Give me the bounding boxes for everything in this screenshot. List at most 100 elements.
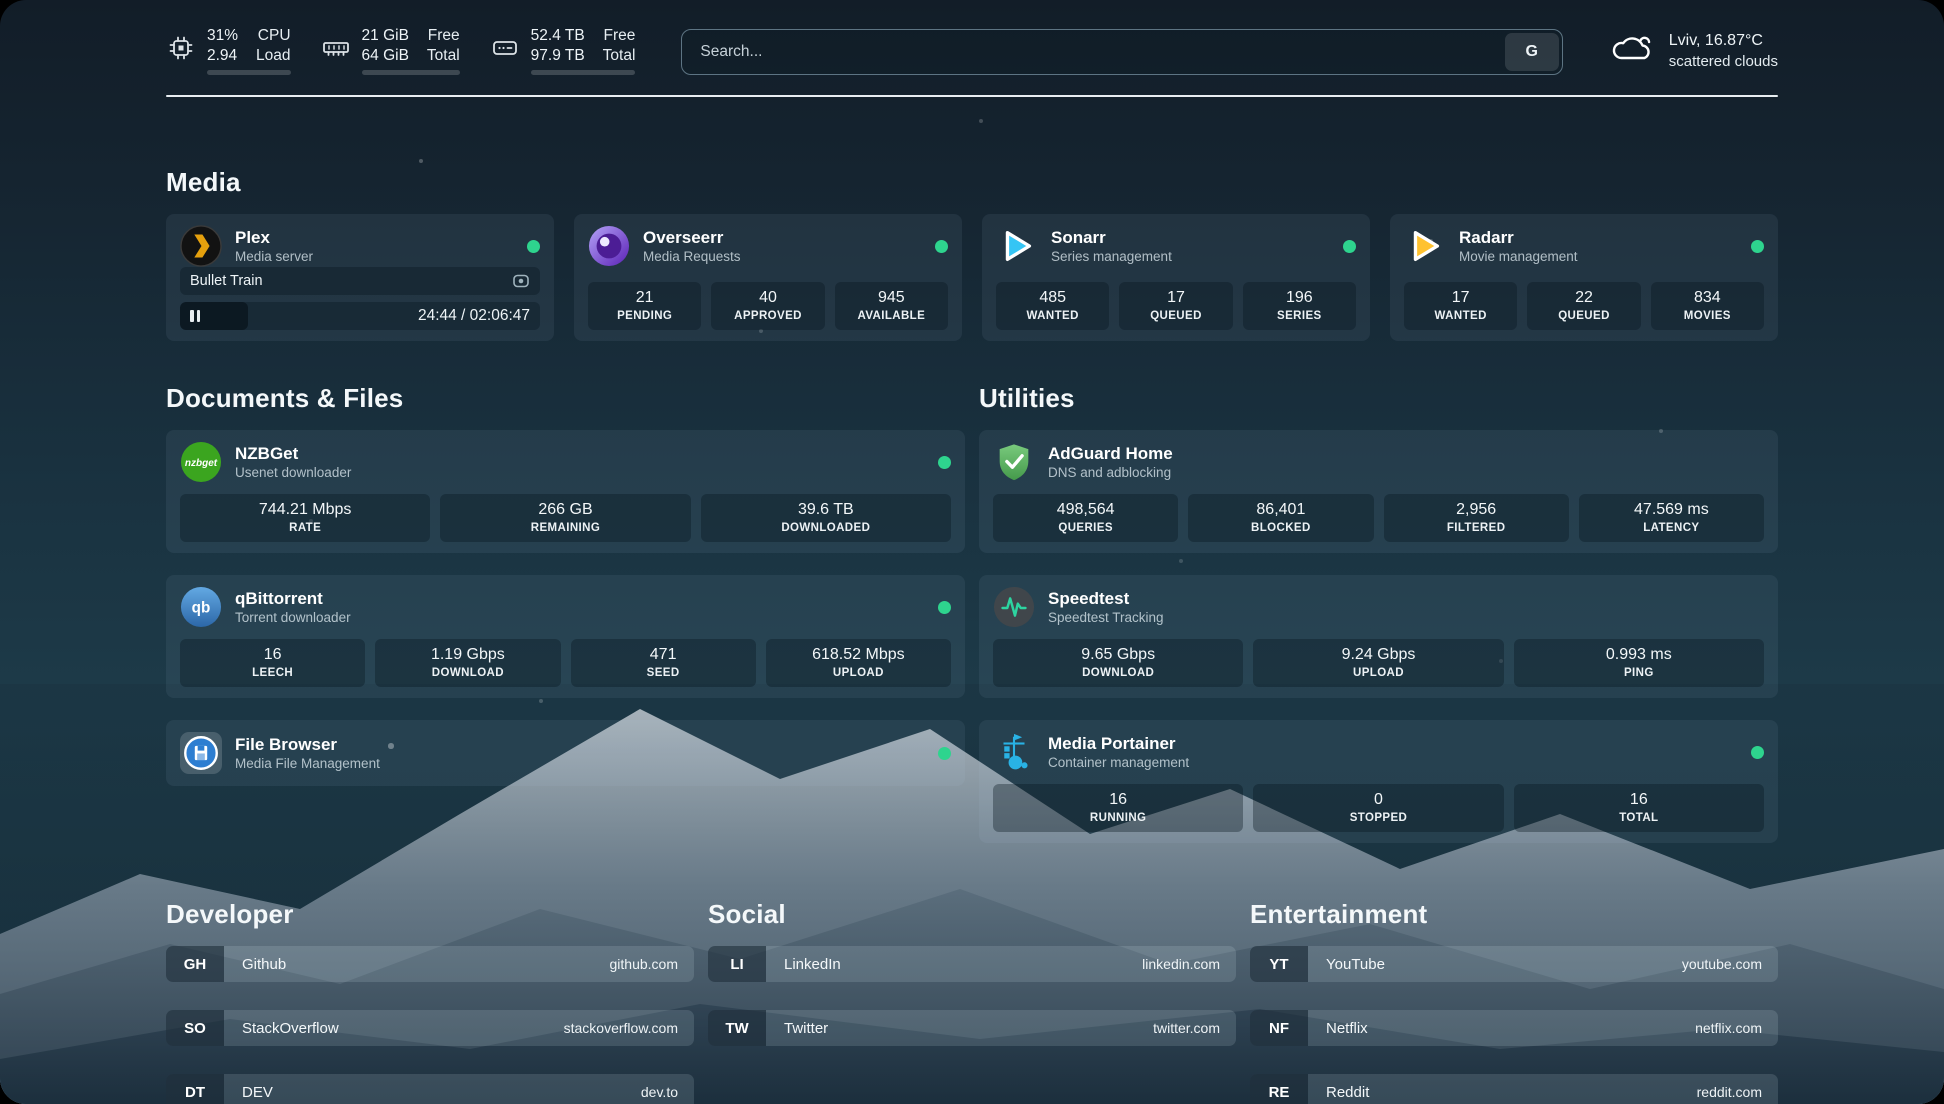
sonarr-icon	[996, 225, 1038, 267]
sonarr-stat-wanted: 485WANTED	[996, 282, 1109, 330]
adguard-stat-latency: 47.569 msLATENCY	[1579, 494, 1764, 542]
bookmark-twitter[interactable]: TW Twitter twitter.com	[708, 1010, 1236, 1046]
bookmark-name: Twitter	[766, 1020, 828, 1037]
bookmark-url: dev.to	[641, 1084, 694, 1100]
portainer-stat-running: 16RUNNING	[993, 784, 1243, 832]
weather-location-temp: Lviv, 16.87°C	[1669, 30, 1778, 51]
adguard-title: AdGuard Home	[1048, 443, 1173, 464]
plex-icon	[180, 225, 222, 267]
bookmark-name: StackOverflow	[224, 1020, 339, 1037]
bookmark-netflix[interactable]: NF Netflix netflix.com	[1250, 1010, 1778, 1046]
portainer-subtitle: Container management	[1048, 754, 1189, 771]
social-heading: Social	[708, 899, 1236, 930]
radarr-title: Radarr	[1459, 227, 1578, 248]
pause-icon[interactable]	[180, 310, 200, 322]
radarr-stat-wanted: 17WANTED	[1404, 282, 1517, 330]
documents-heading: Documents & Files	[166, 383, 965, 414]
overseerr-stat-pending: 21PENDING	[588, 282, 701, 330]
overseerr-card[interactable]: Overseerr Media Requests 21PENDING 40APP…	[574, 214, 962, 341]
bookmark-url: reddit.com	[1697, 1084, 1778, 1100]
header-divider	[166, 95, 1778, 97]
bookmark-url: linkedin.com	[1142, 956, 1236, 972]
radarr-stat-queued: 22QUEUED	[1527, 282, 1640, 330]
adguard-icon	[993, 441, 1035, 483]
search-provider-button[interactable]: G	[1505, 33, 1559, 71]
bookmark-stackoverflow[interactable]: SO StackOverflow stackoverflow.com	[166, 1010, 694, 1046]
filebrowser-status-dot	[938, 747, 951, 760]
cpu-stat: 31% CPU 2.94 Load	[166, 26, 291, 75]
bookmark-linkedin[interactable]: LI LinkedIn linkedin.com	[708, 946, 1236, 982]
qbittorrent-stat-seed: 471SEED	[571, 639, 756, 687]
weather-condition: scattered clouds	[1669, 51, 1778, 72]
portainer-icon	[993, 731, 1035, 773]
nzbget-card[interactable]: nzbget NZBGet Usenet downloader 744.21 M…	[166, 430, 965, 553]
sonarr-card[interactable]: Sonarr Series management 485WANTED 17QUE…	[982, 214, 1370, 341]
svg-text:nzbget: nzbget	[185, 458, 218, 469]
bookmark-dev[interactable]: DT DEV dev.to	[166, 1074, 694, 1104]
bookmark-url: github.com	[610, 956, 694, 972]
qbittorrent-card[interactable]: qb qBittorrent Torrent downloader 16LEEC…	[166, 575, 965, 698]
plex-time: 24:44 / 02:06:47	[418, 307, 540, 325]
cpu-label: CPU	[256, 26, 290, 46]
adguard-subtitle: DNS and adblocking	[1048, 464, 1173, 481]
portainer-stat-total: 16TOTAL	[1514, 784, 1764, 832]
adguard-card[interactable]: AdGuard Home DNS and adblocking 498,564Q…	[979, 430, 1778, 553]
speedtest-stat-upload: 9.24 GbpsUPLOAD	[1253, 639, 1503, 687]
qbittorrent-title: qBittorrent	[235, 588, 351, 609]
plex-status-dot	[527, 240, 540, 253]
portainer-stat-stopped: 0STOPPED	[1253, 784, 1503, 832]
disk-icon	[490, 33, 520, 68]
speedtest-card[interactable]: Speedtest Speedtest Tracking 9.65 GbpsDO…	[979, 575, 1778, 698]
speedtest-subtitle: Speedtest Tracking	[1048, 609, 1164, 626]
portainer-card[interactable]: Media Portainer Container management 16R…	[979, 720, 1778, 843]
bookmark-abbr: SO	[166, 1010, 224, 1046]
radarr-subtitle: Movie management	[1459, 248, 1578, 265]
memory-stat: 21 GiB Free 64 GiB Total	[321, 26, 460, 75]
overseerr-stat-available: 945AVAILABLE	[835, 282, 948, 330]
sonarr-subtitle: Series management	[1051, 248, 1172, 265]
filebrowser-subtitle: Media File Management	[235, 755, 380, 772]
nzbget-subtitle: Usenet downloader	[235, 464, 351, 481]
bookmark-github[interactable]: GH Github github.com	[166, 946, 694, 982]
qbittorrent-stat-download: 1.19 GbpsDOWNLOAD	[375, 639, 560, 687]
radarr-icon	[1404, 225, 1446, 267]
filebrowser-card[interactable]: File Browser Media File Management	[166, 720, 965, 786]
bookmark-name: LinkedIn	[766, 956, 841, 973]
radarr-stat-movies: 834MOVIES	[1651, 282, 1764, 330]
bookmark-youtube[interactable]: YT YouTube youtube.com	[1250, 946, 1778, 982]
overseerr-stat-approved: 40APPROVED	[711, 282, 824, 330]
memory-free-label: Free	[427, 26, 460, 46]
ram-icon	[321, 33, 351, 68]
cloud-icon	[1609, 31, 1655, 70]
bookmark-reddit[interactable]: RE Reddit reddit.com	[1250, 1074, 1778, 1104]
speedtest-title: Speedtest	[1048, 588, 1164, 609]
nzbget-stat-downloaded: 39.6 TBDOWNLOADED	[701, 494, 951, 542]
overseerr-subtitle: Media Requests	[643, 248, 741, 265]
adguard-stat-filtered: 2,956FILTERED	[1384, 494, 1569, 542]
adguard-stat-blocked: 86,401BLOCKED	[1188, 494, 1373, 542]
top-bar: 31% CPU 2.94 Load 21 GiB Fr	[166, 0, 1778, 75]
radarr-card[interactable]: Radarr Movie management 17WANTED 22QUEUE…	[1390, 214, 1778, 341]
cast-icon[interactable]	[512, 273, 530, 289]
bookmark-url: stackoverflow.com	[564, 1020, 694, 1036]
disk-total: 97.9 TB	[531, 46, 585, 66]
nzbget-icon: nzbget	[180, 441, 222, 483]
section-entertainment: Entertainment YT YouTube youtube.com NF …	[1250, 899, 1778, 1104]
portainer-title: Media Portainer	[1048, 733, 1189, 754]
bookmark-abbr: RE	[1250, 1074, 1308, 1104]
cpu-load-label: Load	[256, 46, 290, 66]
bookmark-name: YouTube	[1308, 956, 1385, 973]
disk-free: 52.4 TB	[531, 26, 585, 46]
disk-free-label: Free	[603, 26, 636, 46]
speedtest-stat-download: 9.65 GbpsDOWNLOAD	[993, 639, 1243, 687]
sonarr-status-dot	[1343, 240, 1356, 253]
disk-stat: 52.4 TB Free 97.9 TB Total	[490, 26, 636, 75]
adguard-stat-queries: 498,564QUERIES	[993, 494, 1178, 542]
plex-now-playing: Bullet Train	[180, 267, 540, 295]
search-input[interactable]	[682, 30, 1501, 74]
radarr-status-dot	[1751, 240, 1764, 253]
plex-card[interactable]: Plex Media server Bullet Train	[166, 214, 554, 341]
qbittorrent-subtitle: Torrent downloader	[235, 609, 351, 626]
bookmark-name: Github	[224, 956, 286, 973]
now-playing-title: Bullet Train	[190, 273, 263, 289]
